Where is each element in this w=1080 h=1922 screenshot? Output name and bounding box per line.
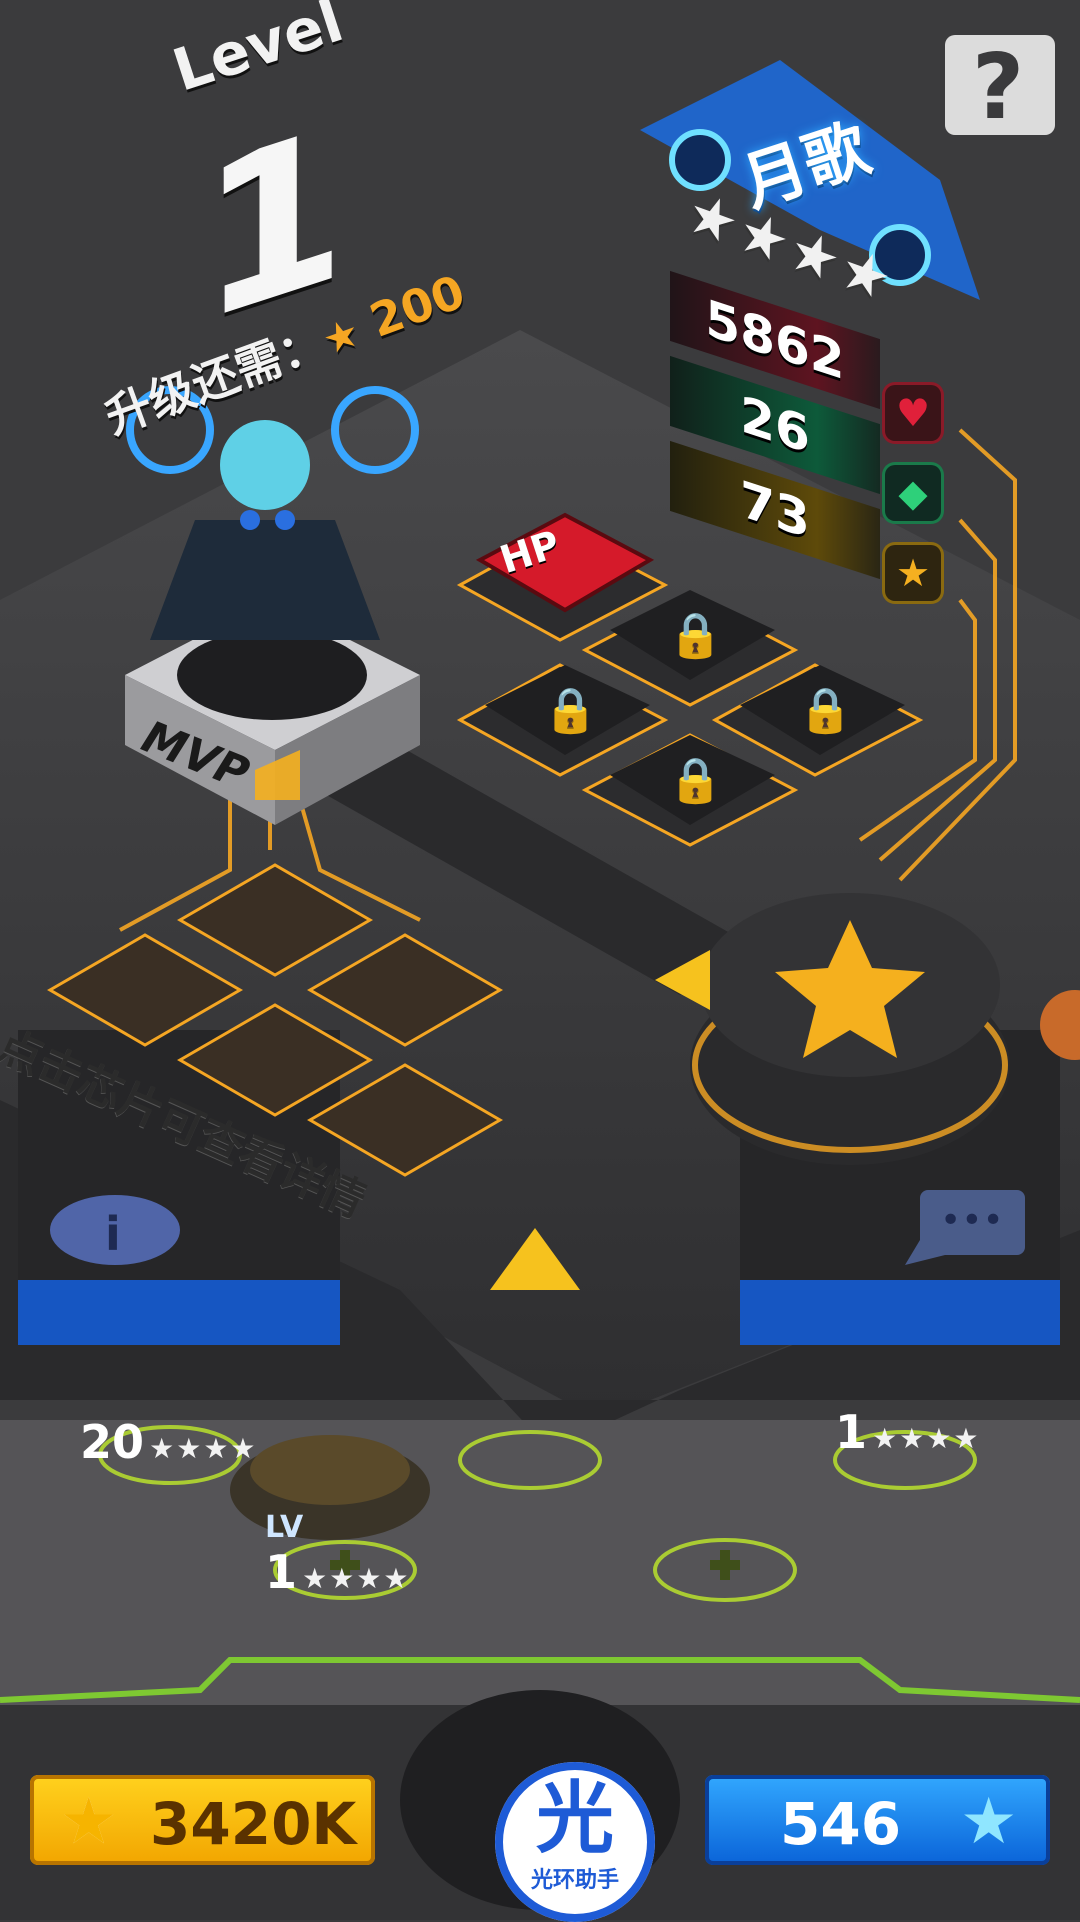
help-button[interactable] [940, 30, 1050, 140]
star-icon: ★ [60, 1785, 118, 1859]
bench-slot-3[interactable]: 1 ★★★★ [835, 1405, 981, 1459]
assistant-glyph: 光 [535, 1774, 614, 1864]
star-icon: ★ [960, 1785, 1018, 1859]
add-unit-button[interactable] [655, 1525, 795, 1615]
star-upgrade-button[interactable] [695, 895, 1005, 1125]
bench-level: 20 [80, 1415, 145, 1469]
bench-level: 1 [265, 1545, 298, 1599]
bench-stars: ★★★★ [872, 1422, 981, 1455]
coin-balance: 3420K [150, 1790, 357, 1858]
bench-stars: ★★★★ [149, 1432, 258, 1465]
assistant-button[interactable]: 光 光环助手 [495, 1762, 655, 1922]
up-arrow-button[interactable] [490, 1225, 585, 1295]
bench-lv-label: LV [265, 1510, 304, 1545]
info-button[interactable] [50, 1195, 180, 1265]
shield-icon: ◆ [885, 465, 941, 521]
bench-level: 1 [835, 1405, 868, 1459]
heart-icon: ♥ [885, 385, 941, 441]
chat-button[interactable] [905, 1185, 1030, 1270]
assistant-label: 光环助手 [530, 1868, 619, 1893]
bench-stars: ★★★★ [302, 1562, 411, 1595]
game-scene: i ••• ? 🔒 🔒 🔒 🔒 Level 1 升级还需：★ 200 月歌 ★★… [0, 0, 1080, 1922]
gem-balance: 546 [780, 1790, 902, 1858]
bench-slot-2[interactable]: LV 1 ★★★★ [265, 1510, 411, 1599]
chip-slot-locked-4[interactable] [610, 735, 775, 825]
bench-slot-1[interactable]: 20 ★★★★ [80, 1415, 258, 1469]
star-icon: ★ [885, 545, 941, 601]
